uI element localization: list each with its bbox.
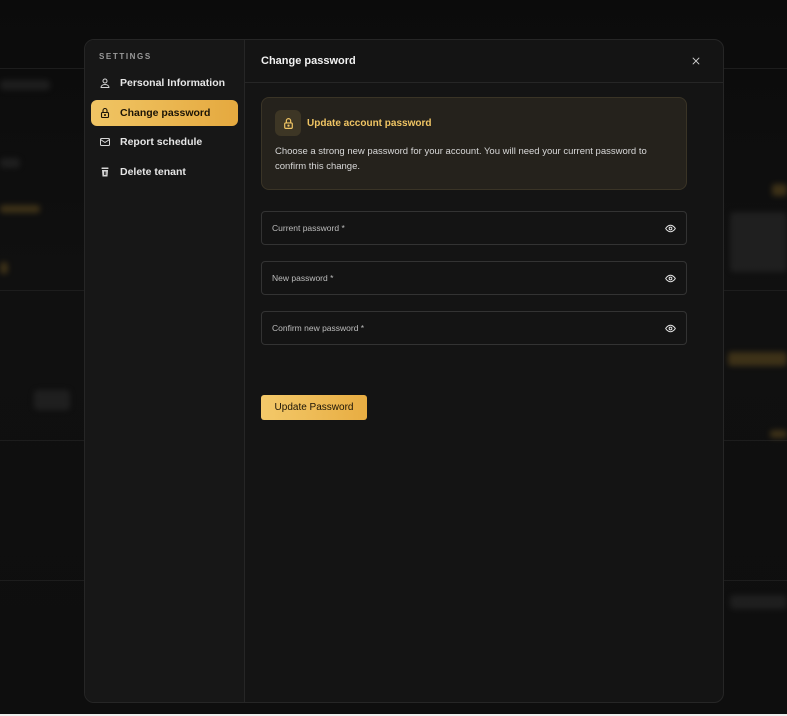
current-password-field[interactable]: [261, 211, 687, 245]
sidebar-item-label: Personal Information: [120, 77, 226, 89]
backdrop-block: [772, 184, 787, 196]
backdrop-block: [0, 205, 40, 213]
toggle-visibility-button[interactable]: [663, 221, 677, 235]
sidebar-item-personal-information[interactable]: Personal Information: [91, 70, 238, 96]
update-password-button[interactable]: Update Password: [261, 395, 367, 420]
current-password-input[interactable]: [272, 223, 663, 233]
mail-icon: [100, 138, 110, 146]
page-title: Change password: [261, 55, 356, 67]
eye-icon: [664, 324, 676, 332]
new-password-input[interactable]: [272, 273, 663, 283]
backdrop-block: [730, 595, 787, 609]
panel-content: Update account password Choose a strong …: [245, 83, 723, 420]
backdrop-block: [0, 262, 8, 274]
backdrop-block: [730, 212, 787, 272]
sidebar-item-change-password[interactable]: Change password: [91, 99, 238, 126]
info-card-header: Update account password: [275, 110, 672, 136]
sidebar-item-label: Change password: [120, 106, 211, 119]
backdrop-block: [770, 430, 787, 438]
lock-icon: [283, 117, 293, 129]
backdrop-block: [728, 352, 787, 366]
sidebar-heading: SETTINGS: [99, 52, 152, 61]
info-card: Update account password Choose a strong …: [261, 97, 687, 190]
panel-header: Change password: [245, 40, 723, 83]
toggle-visibility-button[interactable]: [663, 271, 677, 285]
confirm-password-field[interactable]: [261, 311, 687, 345]
lock-icon: [100, 107, 110, 118]
backdrop-block: [0, 80, 50, 90]
settings-sidebar: SETTINGS Personal Information Change pas…: [85, 40, 245, 702]
eye-icon: [664, 274, 676, 282]
toggle-visibility-button[interactable]: [663, 321, 677, 335]
close-icon: [692, 57, 700, 65]
eye-icon: [664, 224, 676, 232]
trash-icon: [101, 167, 109, 176]
settings-modal: SETTINGS Personal Information Change pas…: [84, 39, 724, 703]
sidebar-item-report-schedule[interactable]: Report schedule: [91, 129, 238, 155]
backdrop-block: [34, 390, 70, 410]
close-button[interactable]: [689, 54, 703, 68]
sidebar-item-delete-tenant[interactable]: Delete tenant: [91, 159, 238, 185]
backdrop-block: [0, 158, 20, 168]
info-card-text: Choose a strong new password for your ac…: [275, 146, 647, 172]
confirm-password-input[interactable]: [272, 323, 663, 333]
info-icon-box: [275, 110, 301, 136]
info-card-title: Update account password: [307, 117, 432, 129]
new-password-field[interactable]: [261, 261, 687, 295]
sidebar-item-label: Delete tenant: [120, 165, 186, 178]
sidebar-item-label: Report schedule: [120, 136, 203, 148]
change-password-panel: Change password Update account password …: [245, 40, 723, 702]
user-icon: [100, 78, 110, 88]
